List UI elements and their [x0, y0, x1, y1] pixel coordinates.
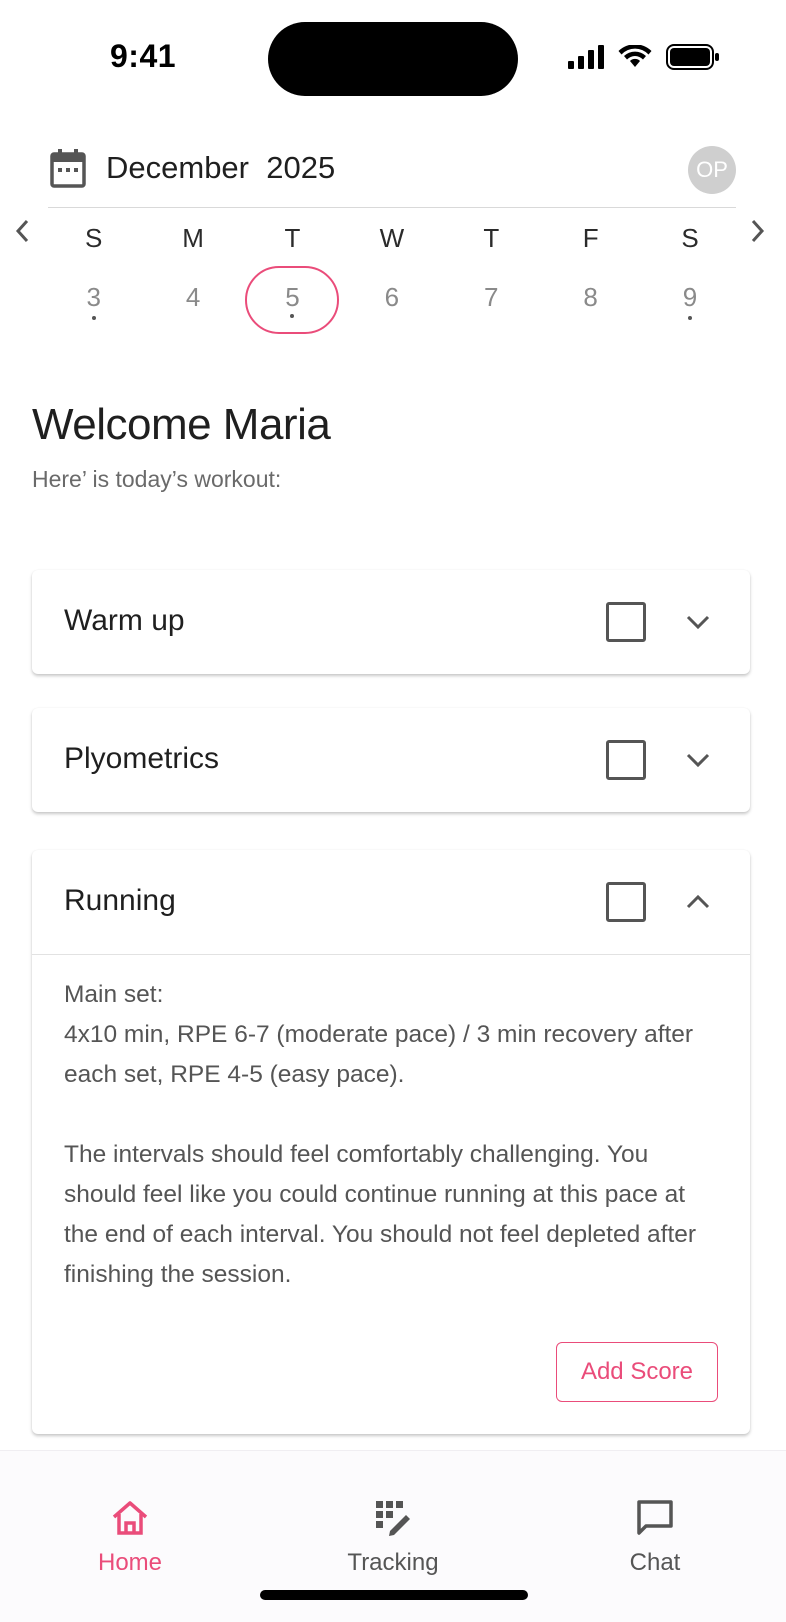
- day-number: 8: [583, 281, 598, 312]
- workout-main-set: Main set: 4x10 min, RPE 6-7 (moderate pa…: [64, 981, 694, 1088]
- day-number: 3: [86, 281, 101, 312]
- day-number-wrap: 7: [444, 266, 538, 334]
- nav-label: Chat: [629, 1549, 681, 1576]
- day-cell[interactable]: F 8: [541, 220, 640, 334]
- year-label: 2025: [266, 150, 336, 185]
- day-cell[interactable]: S 9: [640, 220, 739, 334]
- selected-day-ring: 5: [245, 266, 340, 334]
- add-score-button[interactable]: Add Score: [556, 1342, 718, 1402]
- chevron-right-icon[interactable]: [742, 216, 772, 246]
- welcome-title: Welcome Maria: [32, 400, 331, 449]
- day-cell[interactable]: W 6: [342, 220, 441, 334]
- day-number-wrap: 6: [345, 266, 439, 334]
- day-letter: W: [379, 223, 405, 253]
- nav-label: Home: [97, 1549, 163, 1576]
- status-time: 9:41: [110, 38, 177, 74]
- dynamic-island: [268, 22, 518, 96]
- nav-label: Tracking: [347, 1549, 439, 1576]
- nav-item-home[interactable]: Home: [50, 1497, 210, 1577]
- cellular-signal-icon: [568, 45, 604, 69]
- day-letter: S: [681, 223, 699, 253]
- day-number-wrap: 9: [643, 266, 737, 334]
- day-letter: F: [582, 223, 599, 253]
- day-number: 6: [384, 281, 400, 312]
- tracking-icon: [376, 1501, 410, 1536]
- nav-item-chat[interactable]: Chat: [575, 1497, 735, 1577]
- day-cell[interactable]: T 7: [442, 220, 541, 334]
- event-dot: [91, 316, 96, 320]
- day-cell[interactable]: M 4: [143, 220, 242, 334]
- workout-guidance: The intervals should feel comfortably ch…: [64, 1141, 697, 1288]
- day-number: 7: [484, 281, 499, 312]
- calendar-icon[interactable]: [50, 148, 86, 188]
- day-number-wrap: 3: [47, 266, 141, 334]
- chevron-up-icon[interactable]: [684, 888, 712, 916]
- status-icons: [568, 44, 720, 70]
- day-letter: T: [483, 223, 500, 253]
- day-cell[interactable]: S 3: [44, 220, 143, 334]
- day-number-wrap: 8: [544, 266, 638, 334]
- chevron-down-icon[interactable]: [684, 608, 712, 636]
- event-dot: [290, 314, 295, 318]
- nav-item-tracking[interactable]: Tracking: [313, 1497, 473, 1577]
- welcome-subtitle: Here’ is today’s workout:: [32, 466, 282, 492]
- workout-description: Main set: 4x10 min, RPE 6-7 (moderate pa…: [64, 975, 718, 1295]
- workout-card-plyometrics: Plyometrics: [32, 708, 750, 812]
- day-cell-selected[interactable]: T 5: [243, 220, 342, 334]
- chevron-down-icon[interactable]: [684, 746, 712, 774]
- status-bar: 9:41: [0, 0, 786, 110]
- battery-icon: [666, 44, 719, 70]
- card-header[interactable]: Warm up: [32, 570, 750, 674]
- avatar[interactable]: OP: [688, 146, 736, 194]
- workout-card-running: Running Main set: 4x10 min, RPE 6-7 (mod…: [32, 850, 750, 1434]
- complete-checkbox[interactable]: [606, 740, 646, 780]
- home-indicator[interactable]: [260, 1590, 528, 1600]
- calendar-header: December 2025 OP: [48, 140, 736, 208]
- day-letter: M: [182, 223, 204, 253]
- card-title: Plyometrics: [64, 742, 220, 775]
- day-letter: S: [85, 223, 103, 253]
- card-title: Running: [64, 884, 176, 917]
- chevron-left-icon[interactable]: [8, 216, 38, 246]
- event-dot: [688, 316, 693, 320]
- workout-card-warm-up: Warm up: [32, 570, 750, 674]
- card-body: Main set: 4x10 min, RPE 6-7 (moderate pa…: [32, 954, 750, 1434]
- day-number-wrap: 4: [146, 266, 240, 334]
- card-title: Warm up: [64, 604, 185, 637]
- week-strip: S 3 M 4 T 5 W 6 T 7 F 8 S 9: [44, 220, 740, 334]
- day-number: 4: [185, 281, 201, 312]
- home-icon: [112, 1501, 148, 1535]
- card-header[interactable]: Plyometrics: [32, 708, 750, 812]
- card-header[interactable]: Running: [32, 850, 750, 954]
- day-number: 9: [682, 281, 698, 312]
- complete-checkbox[interactable]: [606, 602, 646, 642]
- chat-icon: [637, 1500, 673, 1535]
- month-label: December: [106, 150, 249, 185]
- month-year-label[interactable]: December 2025: [106, 150, 335, 186]
- day-letter: T: [284, 223, 301, 253]
- day-number: 5: [285, 281, 300, 312]
- wifi-icon: [618, 45, 652, 67]
- complete-checkbox[interactable]: [606, 882, 646, 922]
